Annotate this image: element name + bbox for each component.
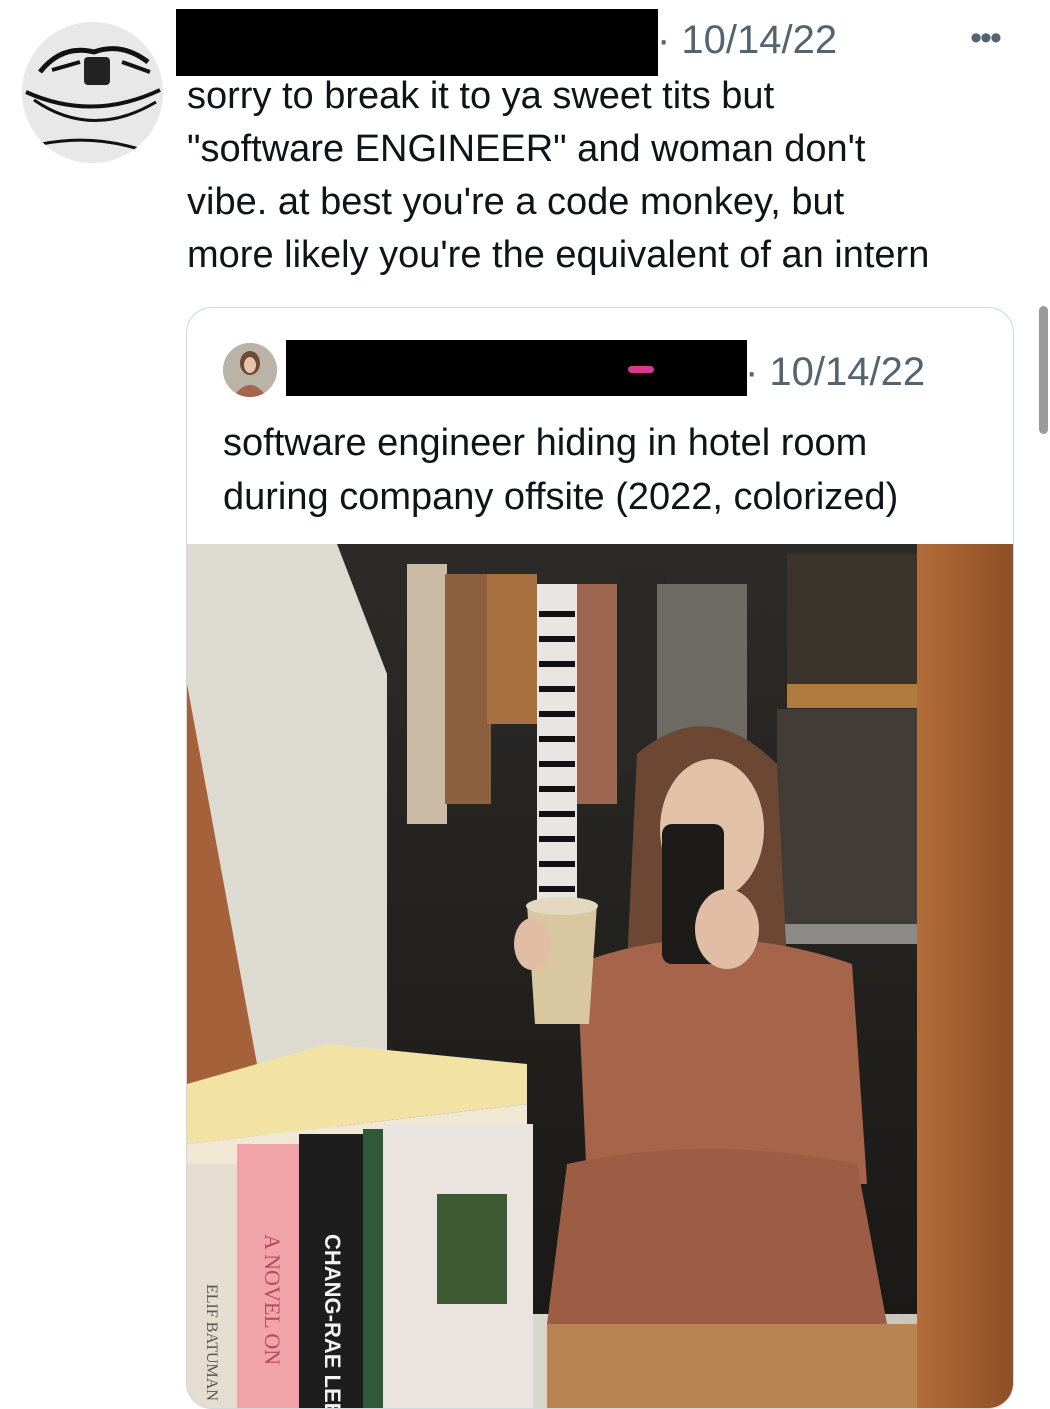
scrollbar[interactable]	[1039, 306, 1048, 434]
book-spine-3: CHANG-RAE LEE	[320, 1234, 345, 1408]
quoted-avatar[interactable]	[223, 343, 277, 397]
quoted-tweet[interactable]: · 10/14/22 software engineer hiding in h…	[186, 307, 1014, 1409]
tweet-text: sorry to break it to ya sweet tits but "…	[187, 75, 930, 276]
redaction-mark	[628, 366, 654, 373]
avatar[interactable]	[22, 22, 163, 163]
quoted-tweet-date[interactable]: · 10/14/22	[745, 350, 925, 394]
quoted-avatar-photo-icon	[223, 343, 277, 397]
avatar-face-icon	[22, 22, 163, 163]
more-options-icon[interactable]: •••	[962, 20, 1008, 56]
quoted-redacted-username	[286, 340, 747, 396]
tweet-photo[interactable]: ELIF BATUMAN A NOVEL ON CHANG-RAE LEE	[187, 544, 1013, 1408]
quoted-tweet-text: software engineer hiding in hotel room d…	[223, 422, 899, 518]
mirror-selfie-image: ELIF BATUMAN A NOVEL ON CHANG-RAE LEE	[187, 544, 1013, 1408]
tweet-date[interactable]: · 10/14/22	[657, 18, 837, 62]
book-spine-2: A NOVEL ON	[260, 1234, 285, 1365]
book-spine-1: ELIF BATUMAN	[203, 1284, 220, 1401]
redacted-username	[176, 9, 658, 76]
